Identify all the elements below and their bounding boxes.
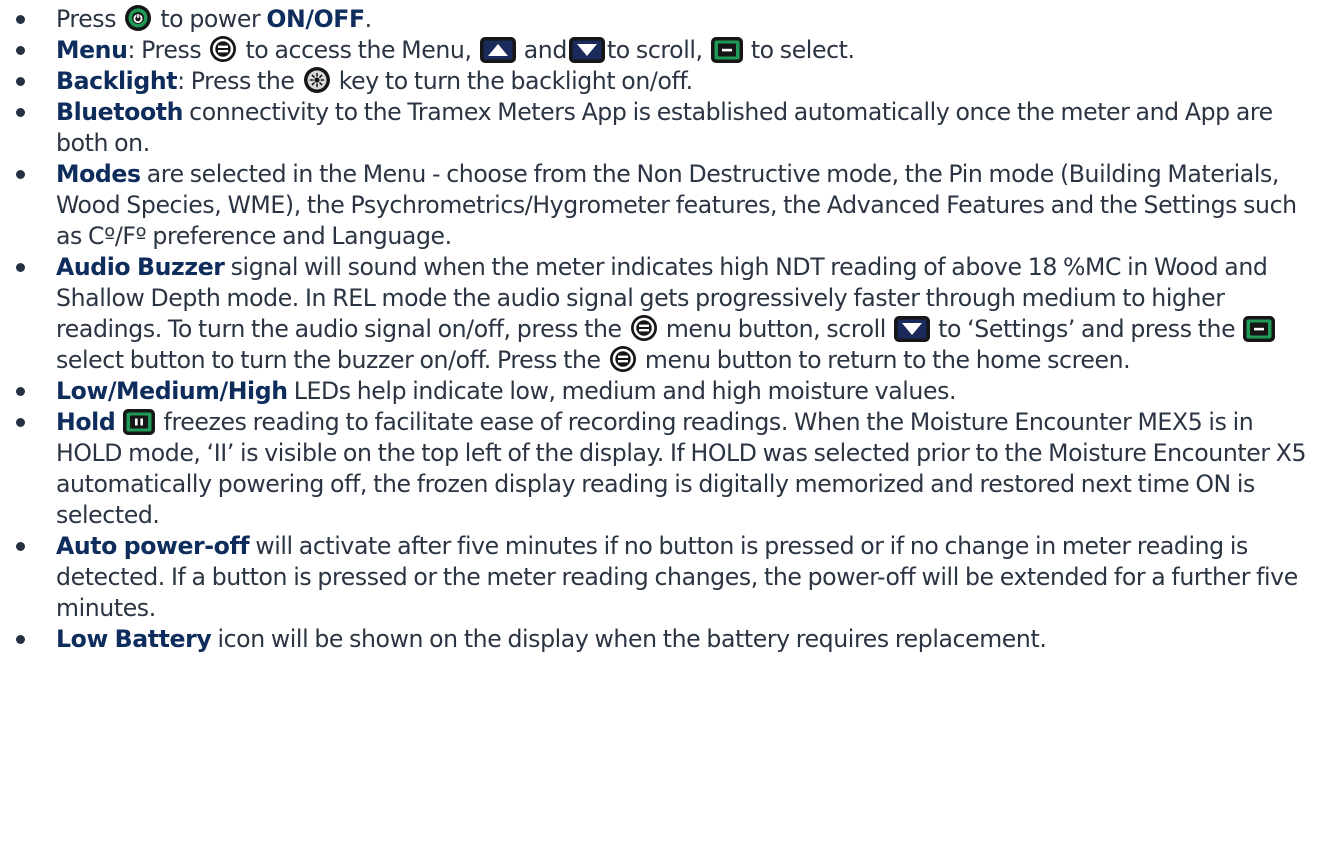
text: to access the Menu, bbox=[245, 36, 478, 64]
list-item-bluetooth: Bluetooth connectivity to the Tramex Met… bbox=[14, 97, 1312, 159]
text: : Press the bbox=[177, 67, 301, 95]
instructions-document: Press to power ON/OFF. Menu: Press to ac… bbox=[0, 0, 1328, 655]
keyword: Backlight bbox=[56, 67, 178, 95]
hold-button-icon bbox=[123, 409, 155, 435]
list-item-modes: Modes are selected in the Menu - choose … bbox=[14, 159, 1312, 252]
text: : Press bbox=[127, 36, 202, 64]
keyword: Auto power-off bbox=[56, 532, 250, 560]
text: are selected in the Menu - choose from t… bbox=[56, 160, 1297, 250]
bullet bbox=[16, 46, 25, 55]
menu-button-icon bbox=[209, 35, 237, 63]
list-item-hold: Hold freezes reading to facilitate ease … bbox=[14, 407, 1312, 531]
list-item-auto-power-off: Auto power-off will activate after five … bbox=[14, 531, 1312, 624]
bullet bbox=[16, 387, 25, 396]
text: LEDs help indicate low, medium and high … bbox=[287, 377, 957, 405]
select-button-icon bbox=[1243, 316, 1275, 342]
list-item-power: Press to power ON/OFF. bbox=[14, 4, 1312, 35]
text: key to turn the backlight on/off. bbox=[332, 67, 693, 95]
power-button-icon bbox=[124, 4, 152, 32]
text: Press bbox=[56, 5, 117, 33]
down-arrow-button-icon bbox=[894, 316, 930, 342]
text: to ‘Settings’ and press the bbox=[932, 315, 1242, 343]
text: select button to turn the buzzer on/off.… bbox=[56, 346, 607, 374]
list-item-leds: Low/Medium/High LEDs help indicate low, … bbox=[14, 376, 1312, 407]
bullet bbox=[16, 635, 25, 644]
bullet bbox=[16, 542, 25, 551]
text: icon will be shown on the display when t… bbox=[211, 625, 1047, 653]
keyword: Modes bbox=[56, 160, 141, 188]
bullet bbox=[16, 170, 25, 179]
keyword: ON/OFF bbox=[266, 5, 365, 33]
list-item-low-battery: Low Battery icon will be shown on the di… bbox=[14, 624, 1312, 655]
bullet bbox=[16, 15, 25, 24]
keyword: Audio Buzzer bbox=[56, 253, 225, 281]
bullet bbox=[16, 263, 25, 272]
list-item-menu: Menu: Press to access the Menu, and to sc… bbox=[14, 35, 1312, 66]
keyword: Hold bbox=[56, 408, 116, 436]
text: menu button to return to the home screen… bbox=[638, 346, 1131, 374]
text: menu button, scroll bbox=[659, 315, 893, 343]
menu-button-icon bbox=[630, 314, 658, 342]
list-item-backlight: Backlight: Press the key to turn the bac… bbox=[14, 66, 1312, 97]
text: connectivity to the Tramex Meters App is… bbox=[56, 98, 1273, 157]
keyword: Low/Medium/High bbox=[56, 377, 288, 405]
text: to select. bbox=[744, 36, 855, 64]
text: and bbox=[517, 36, 568, 64]
bullet bbox=[16, 77, 25, 86]
backlight-button-icon bbox=[303, 66, 331, 94]
text: freezes reading to facilitate ease of re… bbox=[56, 408, 1307, 529]
keyword: Bluetooth bbox=[56, 98, 184, 126]
bullet bbox=[16, 108, 25, 117]
bullet bbox=[16, 418, 25, 427]
instructions-list: Press to power ON/OFF. Menu: Press to ac… bbox=[14, 4, 1312, 655]
keyword: Low Battery bbox=[56, 625, 212, 653]
down-arrow-button-icon bbox=[569, 37, 605, 63]
text: . bbox=[364, 5, 373, 33]
keyword: Menu bbox=[56, 36, 128, 64]
list-item-audio-buzzer: Audio Buzzer signal will sound when the … bbox=[14, 252, 1312, 376]
up-arrow-button-icon bbox=[480, 37, 516, 63]
select-button-icon bbox=[711, 37, 743, 63]
menu-button-icon bbox=[609, 345, 637, 373]
text: to power bbox=[160, 5, 267, 33]
text: to scroll, bbox=[606, 36, 709, 64]
